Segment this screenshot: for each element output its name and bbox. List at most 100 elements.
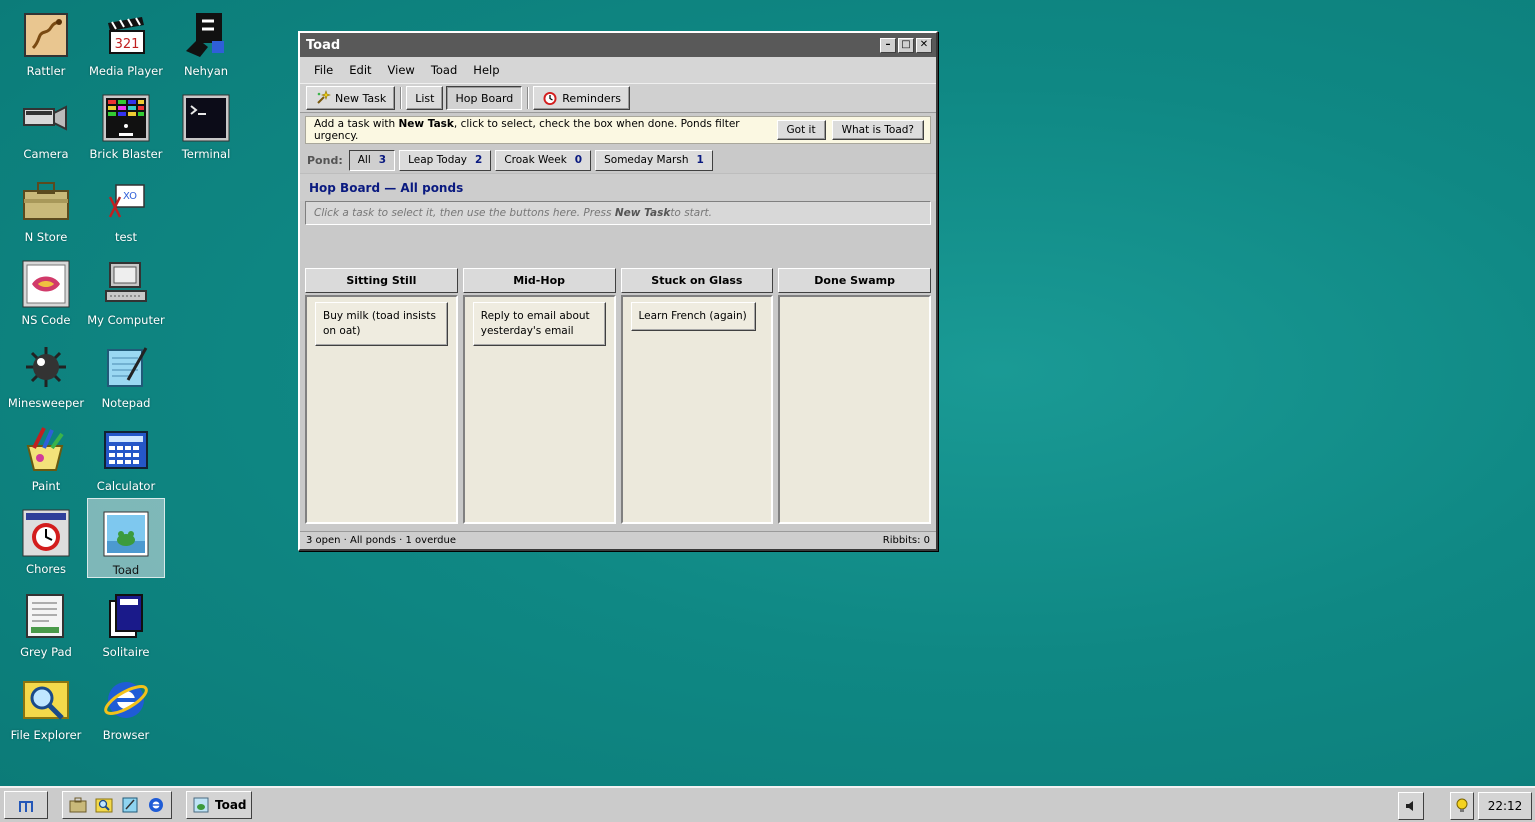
status-summary: 3 open · All ponds · 1 overdue — [306, 535, 457, 546]
pond-tab-croak-week[interactable]: Croak Week 0 — [495, 149, 592, 171]
desktop-icon-nehyan[interactable]: Nehyan — [167, 0, 245, 80]
desktop-icon-solitaire[interactable]: Solitaire — [87, 581, 165, 661]
menubar: File Edit View Toad Help — [300, 57, 936, 83]
taskbar: Toad 22:12 — [0, 786, 1535, 822]
task-card[interactable]: Learn French (again) — [630, 302, 756, 331]
menu-toad[interactable]: Toad — [423, 63, 465, 77]
toolbar-separator — [527, 87, 530, 109]
board-columns: Sitting Still Buy milk (toad insists on … — [305, 268, 931, 524]
desktop-icon-file-explorer[interactable]: File Explorer — [7, 664, 85, 744]
quicklaunch-notepad-icon[interactable] — [119, 794, 141, 816]
desktop-icon-paint[interactable]: Paint — [7, 415, 85, 495]
got-it-button[interactable]: Got it — [776, 120, 826, 140]
pond-tab-someday-marsh[interactable]: Someday Marsh 1 — [595, 149, 713, 171]
quicklaunch-file-explorer-icon[interactable] — [93, 794, 115, 816]
column-body[interactable] — [778, 295, 931, 524]
desktop-icon-toad[interactable]: Toad — [87, 498, 165, 578]
desktop-icon-label: Grey Pad — [20, 645, 72, 659]
new-task-label: New Task — [335, 91, 387, 105]
media-player-icon: 321 — [102, 11, 150, 59]
desktop-icon-calculator[interactable]: Calculator — [87, 415, 165, 495]
minimize-button[interactable]: – — [880, 37, 896, 53]
maximize-button[interactable]: □ — [898, 37, 914, 53]
desktop-icon-notepad[interactable]: Notepad — [87, 332, 165, 412]
desktop-icon-label: test — [114, 230, 138, 244]
hop-board-button[interactable]: Hop Board — [446, 86, 523, 110]
tip-text: Add a task with New Task, click to selec… — [314, 118, 740, 142]
desktop-icon-label: Toad — [112, 563, 140, 577]
task-card[interactable]: Reply to email about yesterday's email — [472, 302, 606, 346]
start-button[interactable] — [4, 791, 48, 819]
rattler-icon — [22, 11, 70, 59]
what-is-toad-button[interactable]: What is Toad? — [831, 120, 924, 140]
desktop-icon-label: Camera — [23, 147, 69, 161]
desktop-icon-media-player[interactable]: 321 Media Player — [87, 0, 165, 80]
lightbulb-icon — [1456, 798, 1468, 814]
desktop-icon-n-store[interactable]: N Store — [7, 166, 85, 246]
desktop-icon-ns-code[interactable]: NS Code — [7, 249, 85, 329]
menu-file[interactable]: File — [306, 63, 341, 77]
start-logo-icon — [17, 796, 35, 814]
selection-hint-bar: Click a task to select it, then use the … — [305, 201, 931, 225]
column-body[interactable]: Reply to email about yesterday's email — [462, 295, 616, 524]
desktop-icon-my-computer[interactable]: My Computer — [87, 249, 165, 329]
toad-icon — [102, 510, 150, 558]
column-header: Sitting Still — [305, 268, 458, 293]
hop-board-label: Hop Board — [455, 91, 514, 105]
pond-tab-leap-today[interactable]: Leap Today 2 — [399, 149, 492, 171]
browser-icon — [102, 675, 150, 723]
tray-tip-button[interactable] — [1450, 792, 1474, 820]
desktop-icon-label: Terminal — [181, 147, 231, 161]
reminders-label: Reminders — [562, 91, 621, 105]
list-view-button[interactable]: List — [406, 86, 444, 110]
menu-help[interactable]: Help — [465, 63, 507, 77]
alarm-clock-icon — [542, 90, 558, 106]
svg-text:321: 321 — [115, 37, 140, 52]
ribbit-counter: Ribbits: 0 — [882, 535, 930, 546]
quick-launch-bar — [62, 791, 172, 819]
menu-edit[interactable]: Edit — [341, 63, 379, 77]
nehyan-icon — [182, 11, 230, 59]
desktop-icon-label: File Explorer — [10, 728, 82, 742]
test-icon: XO — [102, 177, 150, 225]
window-titlebar[interactable]: Toad – □ ✕ — [300, 33, 936, 57]
desktop-icon-test[interactable]: XO test — [87, 166, 165, 246]
computer-icon — [102, 260, 150, 308]
desktop-icon-label: Media Player — [89, 64, 163, 78]
desktop-icon-chores[interactable]: Chores — [7, 498, 85, 578]
new-task-button[interactable]: New Task — [306, 86, 396, 110]
terminal-icon — [182, 94, 230, 142]
reminders-button[interactable]: Reminders — [533, 86, 630, 110]
clock[interactable]: 22:12 — [1478, 792, 1532, 820]
code-icon — [22, 260, 70, 308]
svg-text:XO: XO — [123, 191, 137, 202]
desktop-icon-brick-blaster[interactable]: Brick Blaster — [87, 83, 165, 163]
volume-icon — [1404, 799, 1418, 813]
pond-tab-all[interactable]: All 3 — [348, 149, 396, 171]
desktop-icon-label: Minesweeper — [7, 396, 85, 410]
desktop-icon-minesweeper[interactable]: Minesweeper — [7, 332, 85, 412]
close-button[interactable]: ✕ — [916, 37, 932, 53]
desktop-icon-terminal[interactable]: Terminal — [167, 83, 245, 163]
tray-volume-button[interactable] — [1398, 792, 1424, 820]
menu-view[interactable]: View — [380, 63, 423, 77]
taskbar-toad-button[interactable]: Toad — [186, 791, 252, 819]
camera-icon — [22, 94, 70, 142]
grey-pad-icon — [22, 592, 70, 640]
quicklaunch-browser-icon[interactable] — [145, 794, 167, 816]
quicklaunch-store-icon[interactable] — [67, 794, 89, 816]
toolbar-separator — [400, 87, 403, 109]
desktop-icon-browser[interactable]: Browser — [87, 664, 165, 744]
task-card[interactable]: Buy milk (toad insists on oat) — [315, 302, 448, 346]
store-icon — [22, 177, 70, 225]
column-mid-hop: Mid-Hop Reply to email about yesterday's… — [462, 268, 616, 524]
desktop-icon-rattler[interactable]: Rattler — [7, 0, 85, 80]
column-header: Mid-Hop — [462, 268, 616, 293]
desktop-icon-label: Chores — [26, 562, 66, 576]
column-body[interactable]: Buy milk (toad insists on oat) — [305, 295, 458, 524]
desktop-icon-grey-pad[interactable]: Grey Pad — [7, 581, 85, 661]
column-body[interactable]: Learn French (again) — [620, 295, 774, 524]
calculator-icon — [102, 426, 150, 474]
desktop-icon-label: Nehyan — [183, 64, 229, 78]
desktop-icon-camera[interactable]: Camera — [7, 83, 85, 163]
